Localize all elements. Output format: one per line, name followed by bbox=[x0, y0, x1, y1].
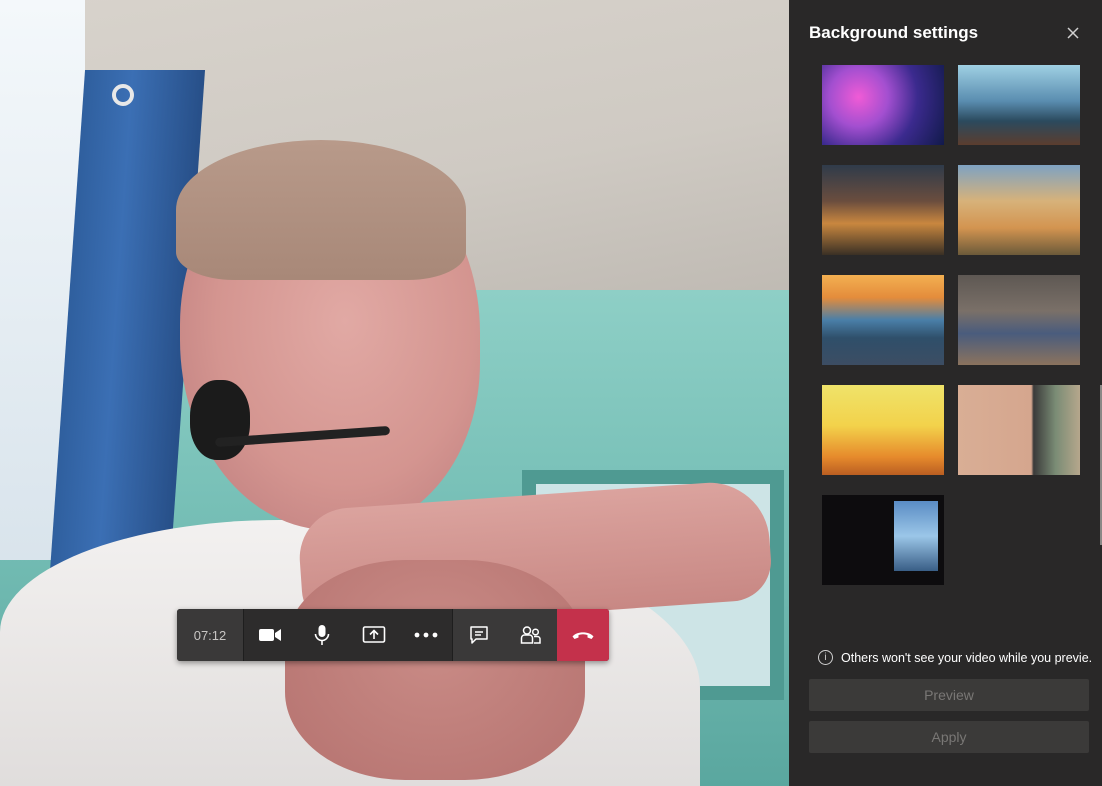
info-text: Others won't see your video while you pr… bbox=[841, 650, 1093, 665]
share-screen-button[interactable] bbox=[348, 609, 400, 661]
background-thumbnail-tan-wall-doorway[interactable] bbox=[958, 385, 1080, 475]
background-thumbnail-nebula-space[interactable] bbox=[822, 65, 944, 145]
preview-info-message: i Others won't see your video while you … bbox=[818, 650, 1093, 665]
preview-button[interactable]: Preview bbox=[809, 679, 1089, 711]
background-thumbnail-dark-room-easel[interactable] bbox=[822, 495, 944, 585]
share-screen-icon bbox=[362, 626, 386, 643]
hang-up-button[interactable] bbox=[557, 609, 609, 661]
close-button[interactable] bbox=[1064, 24, 1082, 42]
info-icon: i bbox=[818, 650, 833, 665]
microphone-icon bbox=[314, 625, 330, 645]
background-thumbnail-this-is-fine-fire[interactable] bbox=[822, 385, 944, 475]
background-thumbnail-golden-hillside[interactable] bbox=[958, 165, 1080, 255]
person-hair bbox=[176, 140, 466, 280]
background-settings-panel: Background settings i Others won't see y… bbox=[789, 0, 1102, 786]
background-thumbnail-sitcom-living-room[interactable] bbox=[958, 275, 1080, 365]
curtain-ring bbox=[112, 84, 134, 106]
person-hand bbox=[285, 560, 585, 780]
headset bbox=[190, 380, 250, 460]
chat-icon bbox=[470, 626, 488, 644]
call-timer: 07:12 bbox=[177, 609, 244, 661]
panel-title: Background settings bbox=[809, 23, 979, 42]
camera-button[interactable] bbox=[244, 609, 296, 661]
participants-icon bbox=[520, 626, 541, 644]
apply-button[interactable]: Apply bbox=[809, 721, 1089, 753]
call-toolbar: 07:12 bbox=[177, 609, 609, 661]
background-thumbnail-village-street[interactable] bbox=[822, 165, 944, 255]
background-thumbnail-coastal-landscape[interactable] bbox=[958, 65, 1080, 145]
easel-painting bbox=[894, 501, 938, 571]
close-icon bbox=[1067, 27, 1079, 39]
more-options-icon bbox=[414, 632, 438, 638]
video-feed: 07:12 bbox=[0, 0, 789, 786]
background-thumbnail-sunset-balcony[interactable] bbox=[822, 275, 944, 365]
participants-button[interactable] bbox=[505, 609, 557, 661]
chat-button[interactable] bbox=[452, 609, 505, 661]
video-camera-icon bbox=[259, 629, 281, 641]
microphone-button[interactable] bbox=[296, 609, 348, 661]
more-options-button[interactable] bbox=[400, 609, 452, 661]
hang-up-icon bbox=[572, 632, 594, 639]
